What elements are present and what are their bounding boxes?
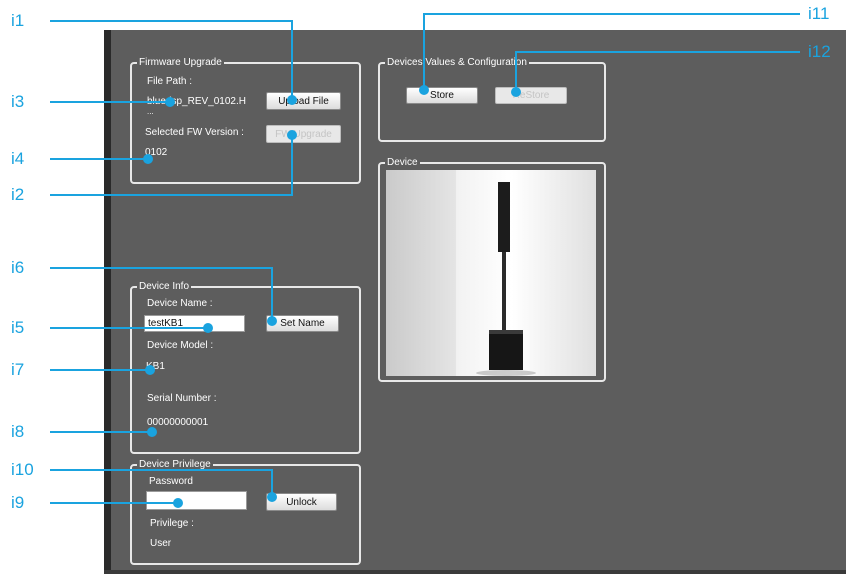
serial-number-value: 00000000001	[147, 417, 209, 428]
device-photo	[386, 170, 596, 376]
firmware-upgrade-legend: Firmware Upgrade	[137, 56, 224, 69]
serial-number-label: Serial Number :	[147, 393, 217, 404]
set-name-button[interactable]: Set Name	[266, 315, 339, 332]
fw-upgrade-button[interactable]: FW Upgrade	[266, 125, 341, 143]
file-path-value: bluedsp_REV_0102.H	[147, 96, 246, 107]
unlock-button[interactable]: Unlock	[266, 493, 337, 511]
window-bottom-edge	[104, 570, 846, 574]
device-model-value: KB1	[146, 361, 165, 372]
restore-button[interactable]: ReStore	[495, 87, 567, 104]
callout-i4: i4	[11, 149, 25, 168]
password-label: Password	[149, 476, 193, 487]
callout-i10: i10	[11, 460, 34, 479]
file-path-overflow: ...	[147, 107, 154, 116]
device-model-label: Device Model :	[147, 340, 214, 351]
callout-i2: i2	[11, 185, 25, 204]
device-values-legend: Devices Values & Configuration	[385, 56, 529, 69]
callout-i8: i8	[11, 422, 25, 441]
callout-i6: i6	[11, 258, 25, 277]
device-name-label: Device Name :	[147, 298, 213, 309]
device-info-legend: Device Info	[137, 280, 192, 293]
password-input[interactable]	[146, 491, 247, 510]
upload-file-button[interactable]: Upload File	[266, 92, 341, 110]
window-left-edge	[104, 30, 111, 574]
privilege-value: User	[150, 538, 172, 549]
speaker-image	[386, 170, 536, 376]
callout-i5: i5	[11, 318, 25, 337]
device-name-input[interactable]	[144, 315, 245, 332]
selected-fw-label: Selected FW Version :	[145, 127, 244, 138]
privilege-label: Privilege :	[150, 518, 194, 529]
callout-i1: i1	[11, 11, 25, 30]
callout-i7: i7	[11, 360, 25, 379]
callout-i12: i12	[808, 42, 831, 61]
callout-i11: i11	[808, 4, 830, 23]
device-legend: Device	[385, 156, 420, 169]
device-privilege-legend: Device Privilege	[137, 458, 213, 471]
selected-fw-value: 0102	[145, 147, 168, 158]
callout-i9: i9	[11, 493, 25, 512]
callout-i3: i3	[11, 92, 25, 111]
store-button[interactable]: Store	[406, 87, 478, 104]
file-path-label: File Path :	[147, 76, 193, 87]
